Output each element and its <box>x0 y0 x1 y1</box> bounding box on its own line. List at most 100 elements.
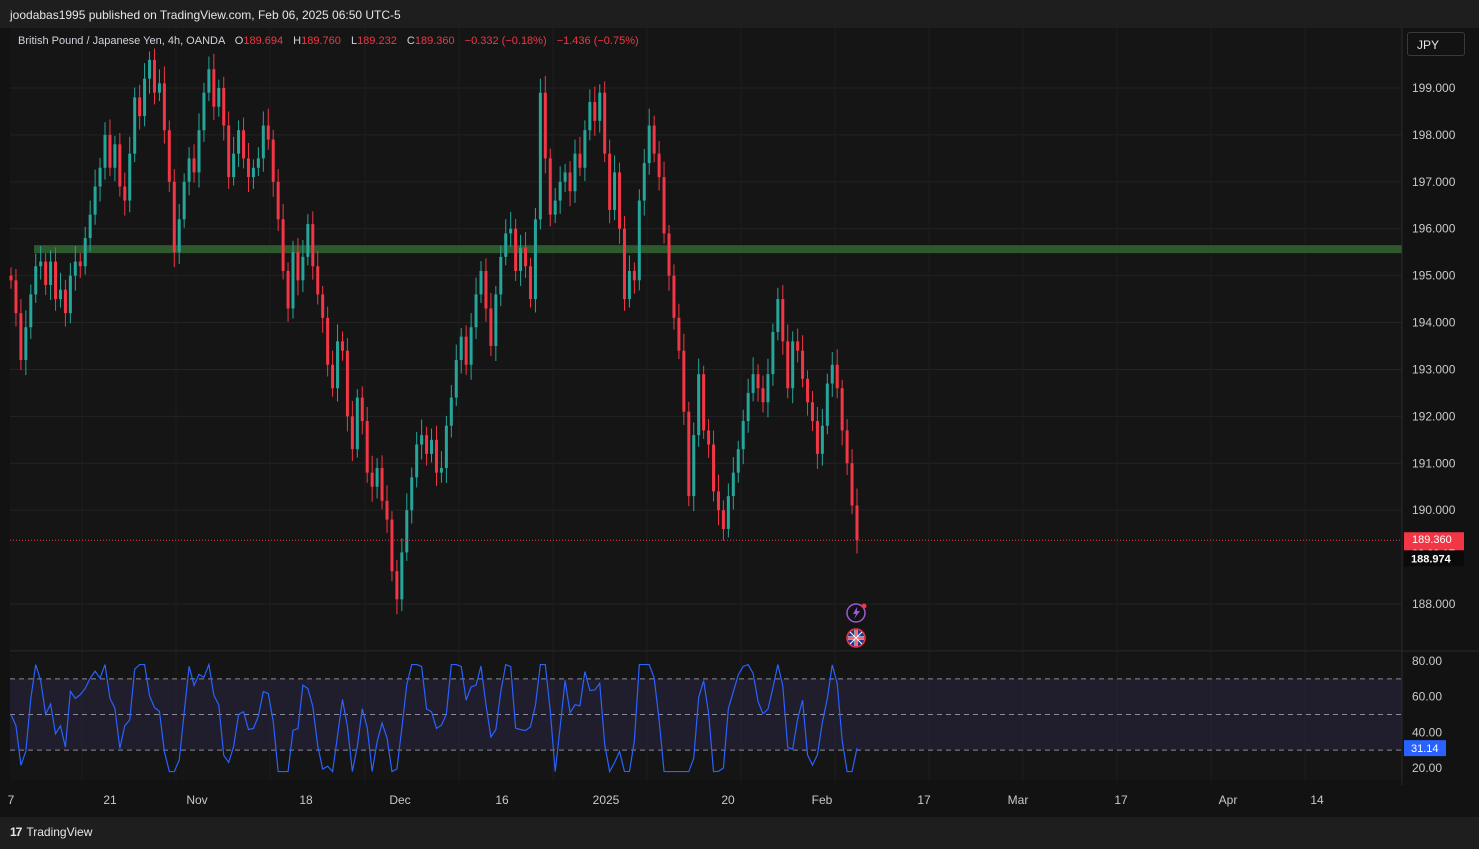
candle-body <box>667 233 671 276</box>
candle-body <box>835 364 839 389</box>
candle-body <box>44 261 48 286</box>
candle-body <box>162 83 166 131</box>
candle-body <box>702 374 706 431</box>
candle-body <box>148 59 152 79</box>
candle-body <box>103 134 107 168</box>
candle-body <box>370 472 374 487</box>
time-tick-label: 17 <box>1114 793 1128 807</box>
candle-body <box>232 153 236 178</box>
tradingview-logo[interactable]: 17 TradingView <box>10 825 92 839</box>
candle-body <box>276 181 280 220</box>
candle-body <box>810 402 814 422</box>
uk-flag-icon[interactable] <box>846 628 866 648</box>
candle-body <box>410 477 414 511</box>
candle-body <box>217 88 221 107</box>
candle-body <box>425 435 429 454</box>
candle-body <box>118 144 122 187</box>
candle-body <box>340 341 344 351</box>
low-value: 189.232 <box>357 35 397 47</box>
candle-body <box>430 439 434 454</box>
time-tick-label: 7 <box>8 793 15 807</box>
candle-body <box>58 289 62 300</box>
price-tick-label: 196.000 <box>1412 222 1456 236</box>
candle-body <box>197 130 201 173</box>
price-chart[interactable]: 199.000 198.000 197.000 196.000 195.000 194.0… <box>0 0 1479 849</box>
candle-body <box>108 134 112 168</box>
candle-body <box>54 261 58 300</box>
rsi-tick-label: 60.00 <box>1412 690 1442 704</box>
candle-body <box>143 78 147 117</box>
candle-body <box>751 374 755 393</box>
candle-body <box>820 425 824 454</box>
candle-body <box>603 92 607 154</box>
candle-body <box>365 421 369 473</box>
candle-body <box>578 153 582 168</box>
time-tick-label: Feb <box>812 793 833 807</box>
candle-body <box>360 397 364 422</box>
candle-body <box>345 350 349 417</box>
candle-body <box>355 397 359 450</box>
candle-body <box>652 125 656 154</box>
candle-body <box>29 294 33 328</box>
price-pane-bg <box>10 28 1402 651</box>
candle-body <box>246 158 250 178</box>
price-tick-label: 199.000 <box>1412 81 1456 95</box>
candle-body <box>692 435 696 497</box>
candle-body <box>113 144 117 168</box>
candle-body <box>281 219 285 271</box>
candle-body <box>796 341 800 351</box>
time-tick-label: Nov <box>186 793 207 807</box>
candle-body <box>256 158 260 168</box>
last-price-value: 189.360 <box>1412 534 1452 546</box>
candle-body <box>464 336 468 365</box>
candle-body <box>316 266 320 295</box>
candle-body <box>172 181 176 253</box>
candle-body <box>19 313 23 361</box>
candle-body <box>123 186 127 201</box>
brand-label: TradingView <box>26 825 93 839</box>
candle-body <box>825 383 829 426</box>
candle-body <box>138 97 142 117</box>
candle-body <box>499 256 503 295</box>
candle-body <box>167 130 171 182</box>
candle-body <box>716 491 720 511</box>
candle-body <box>321 294 325 318</box>
candle-body <box>707 430 711 445</box>
candle-body <box>88 214 92 239</box>
candle-body <box>266 125 270 140</box>
candle-body <box>682 350 686 412</box>
candle-body <box>533 219 537 300</box>
price-tick-label: 197.000 <box>1412 175 1456 189</box>
candle-body <box>677 317 681 351</box>
candle-body <box>687 411 691 497</box>
candle-body <box>336 341 340 389</box>
candle-body <box>291 252 295 309</box>
candle-body <box>454 360 458 398</box>
candle-body <box>380 467 384 501</box>
time-tick-label: 2025 <box>593 793 620 807</box>
time-tick-label: 14 <box>1310 793 1324 807</box>
candle-body <box>242 130 246 159</box>
marked-price-value: 188.974 <box>1411 553 1452 565</box>
candle-body <box>9 275 13 281</box>
candle-body <box>444 425 448 468</box>
candle-body <box>395 571 399 600</box>
candle-body <box>34 266 38 295</box>
candle-body <box>271 139 275 182</box>
candle-body <box>311 224 315 267</box>
candle-body <box>840 388 844 431</box>
price-tick-label: 190.000 <box>1412 503 1456 517</box>
price-tick-label: 195.000 <box>1412 269 1456 283</box>
candle-body <box>830 364 834 384</box>
candle-body <box>152 59 156 93</box>
candle-body <box>776 299 780 332</box>
candle-body <box>781 299 785 342</box>
candle-body <box>459 336 463 361</box>
currency-button[interactable]: JPY <box>1407 32 1465 56</box>
price-tick-label: 193.000 <box>1412 362 1456 376</box>
candle-body <box>588 102 592 131</box>
time-tick-label: 21 <box>103 793 117 807</box>
tradingview-icon: 17 <box>10 825 22 839</box>
candle-body <box>845 430 849 464</box>
candle-body <box>187 158 191 182</box>
